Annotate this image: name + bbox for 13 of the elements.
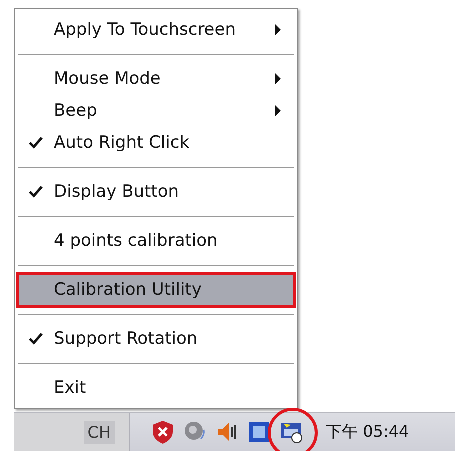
menu-item[interactable]: Support Rotation bbox=[18, 323, 294, 355]
menu-item[interactable]: Calibration Utility bbox=[18, 274, 294, 306]
language-indicator[interactable]: CH bbox=[84, 420, 115, 444]
menu-item[interactable]: Mouse Mode bbox=[18, 63, 294, 95]
shield-icon[interactable] bbox=[150, 419, 176, 445]
menu-item[interactable]: Auto Right Click bbox=[18, 127, 294, 159]
menu-item[interactable]: 4 points calibration bbox=[18, 225, 294, 257]
menu-item[interactable]: Beep bbox=[18, 95, 294, 127]
network-icon[interactable] bbox=[246, 419, 272, 445]
menu-item[interactable]: Exit bbox=[18, 372, 294, 404]
menu-item[interactable]: Apply To Touchscreen bbox=[18, 14, 294, 46]
clock[interactable]: 下午 05:44 bbox=[326, 422, 410, 442]
menu-item[interactable]: Display Button bbox=[18, 176, 294, 208]
